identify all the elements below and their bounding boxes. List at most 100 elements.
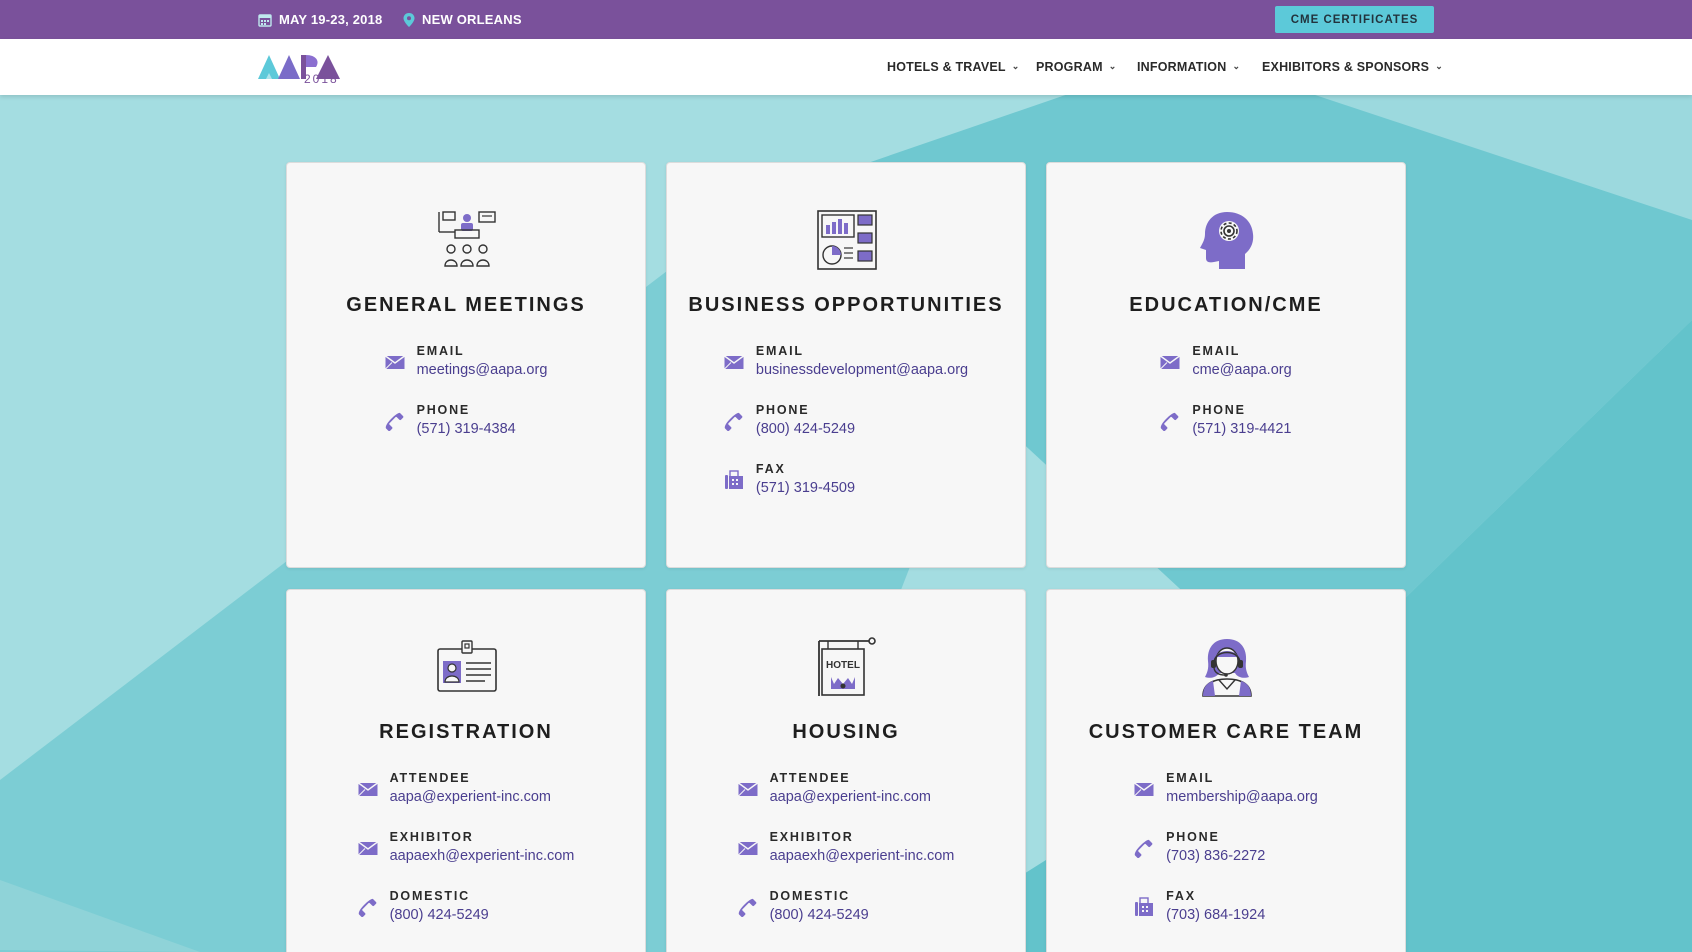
- contact-phone-link[interactable]: (571) 319-4421: [1192, 419, 1291, 439]
- contact-label: ATTENDEE: [389, 771, 471, 785]
- contact-label: FAX: [1166, 889, 1196, 903]
- contact-label: PHONE: [416, 403, 471, 417]
- card-title: HOUSING: [792, 721, 900, 743]
- contact-exhibitor: EXHIBITOR aapaexh@experient-inc.com: [357, 829, 575, 866]
- card-general-meetings: GENERAL MEETINGS EMAIL meetings@aapa.org: [286, 162, 646, 568]
- contact-phone-link[interactable]: (703) 836-2272: [1166, 846, 1265, 866]
- logo-year: 2018: [304, 72, 339, 86]
- nav-hotels-travel-label: HOTELS & TRAVEL: [887, 60, 1006, 74]
- contact-label: EMAIL: [1192, 344, 1241, 358]
- contact-phone-link[interactable]: (800) 424-5249: [756, 419, 855, 439]
- contact-phone: PHONE (800) 424-5249: [724, 402, 968, 439]
- nav-exhibitors-sponsors[interactable]: EXHIBITORS & SPONSORS ⌄: [1262, 39, 1443, 95]
- cme-certificates-button[interactable]: CME CERTIFICATES: [1275, 6, 1434, 33]
- envelope-icon: [737, 840, 758, 855]
- card-title: GENERAL MEETINGS: [346, 294, 586, 316]
- contact-list: EMAIL businessdevelopment@aapa.org PHONE…: [667, 343, 1025, 498]
- contact-email: EMAIL meetings@aapa.org: [384, 343, 548, 380]
- contact-label: EMAIL: [1166, 771, 1215, 785]
- envelope-icon: [384, 354, 405, 369]
- nav-information[interactable]: INFORMATION ⌄: [1137, 39, 1240, 95]
- event-location: NEW ORLEANS: [403, 0, 522, 39]
- contact-fax: FAX (703) 684-1924: [1134, 888, 1318, 925]
- contact-attendee: ATTENDEE aapa@experient-inc.com: [737, 770, 955, 807]
- envelope-icon: [1134, 781, 1155, 796]
- envelope-icon: [723, 354, 744, 369]
- nav-hotels-travel[interactable]: HOTELS & TRAVEL ⌄: [887, 39, 1020, 95]
- id-badge-icon: [437, 640, 497, 692]
- contact-fax-link[interactable]: (571) 319-4509: [756, 478, 855, 498]
- chevron-down-icon: ⌄: [1011, 60, 1020, 71]
- contact-label: PHONE: [755, 403, 810, 417]
- headset-agent-icon: [1202, 639, 1252, 697]
- hotel-sign-icon: HOTEL: [818, 637, 876, 696]
- fax-icon: [724, 469, 743, 489]
- envelope-icon: [1160, 354, 1181, 369]
- business-dashboard-icon: [817, 210, 877, 270]
- contact-label: EXHIBITOR: [389, 830, 474, 844]
- nav-program[interactable]: PROGRAM ⌄: [1036, 39, 1116, 95]
- contact-list: ATTENDEE aapa@experient-inc.com EXHIBITO…: [287, 770, 645, 925]
- event-date-text: MAY 19-23, 2018: [279, 12, 383, 27]
- phone-icon: [724, 412, 743, 431]
- presenter-audience-icon: [438, 211, 496, 267]
- contact-label: PHONE: [1166, 830, 1220, 844]
- contact-fax-link[interactable]: (703) 684-1924: [1166, 905, 1265, 925]
- card-title: CUSTOMER CARE TEAM: [1088, 721, 1364, 743]
- contact-phone: PHONE (571) 319-4421: [1160, 402, 1291, 439]
- contact-email-link[interactable]: membership@aapa.org: [1166, 787, 1318, 807]
- contact-label: EMAIL: [755, 344, 804, 358]
- nav-information-label: INFORMATION: [1137, 60, 1227, 74]
- chevron-down-icon: ⌄: [1232, 60, 1241, 71]
- phone-icon: [358, 898, 376, 917]
- contact-label: EXHIBITOR: [769, 830, 854, 844]
- contact-email-link[interactable]: cme@aapa.org: [1192, 360, 1291, 380]
- contact-phone: PHONE (703) 836-2272: [1134, 829, 1318, 866]
- contact-list: EMAIL meetings@aapa.org PHONE (571) 319-…: [287, 343, 645, 439]
- contact-fax: FAX (571) 319-4509: [724, 461, 968, 498]
- contact-label: DOMESTIC: [389, 889, 470, 903]
- head-gear-icon: [1200, 212, 1254, 269]
- contact-label: DOMESTIC: [769, 889, 850, 903]
- card-title: REGISTRATION: [379, 721, 553, 743]
- contact-phone-link[interactable]: (800) 424-5249: [390, 905, 489, 925]
- phone-icon: [1161, 412, 1179, 431]
- contact-email-link[interactable]: businessdevelopment@aapa.org: [756, 360, 968, 380]
- card-housing: HOTEL HOUSING ATTENDEE aapa@experient-in…: [666, 589, 1026, 952]
- contact-phone-link[interactable]: (800) 424-5249: [770, 905, 869, 925]
- contact-label: FAX: [755, 462, 786, 476]
- phone-icon: [1134, 839, 1153, 858]
- contact-list: EMAIL cme@aapa.org PHONE (571) 319-4421: [1047, 343, 1405, 439]
- contact-email-link[interactable]: aapaexh@experient-inc.com: [770, 846, 955, 866]
- envelope-icon: [357, 781, 378, 796]
- hotel-sign-text: HOTEL: [826, 660, 860, 671]
- contact-email-link[interactable]: meetings@aapa.org: [417, 360, 548, 380]
- main-navigation: 2018 HOTELS & TRAVEL ⌄ PROGRAM ⌄ INFORMA…: [0, 39, 1692, 95]
- contact-attendee: ATTENDEE aapa@experient-inc.com: [357, 770, 575, 807]
- phone-icon: [738, 898, 756, 917]
- card-business-opportunities: BUSINESS OPPORTUNITIES EMAIL businessdev…: [666, 162, 1026, 568]
- card-title: BUSINESS OPPORTUNITIES: [688, 294, 1004, 316]
- contact-email-link[interactable]: aapaexh@experient-inc.com: [390, 846, 575, 866]
- card-education-cme: EDUCATION/CME EMAIL cme@aapa.org PHONE (…: [1046, 162, 1406, 568]
- map-pin-icon: [403, 12, 415, 27]
- contact-email-link[interactable]: aapa@experient-inc.com: [770, 787, 931, 807]
- chevron-down-icon: ⌄: [1108, 60, 1117, 71]
- contact-exhibitor: EXHIBITOR aapaexh@experient-inc.com: [737, 829, 955, 866]
- envelope-icon: [357, 840, 378, 855]
- nav-exhibitors-sponsors-label: EXHIBITORS & SPONSORS: [1262, 60, 1430, 74]
- event-location-text: NEW ORLEANS: [422, 12, 522, 27]
- contact-phone: PHONE (571) 319-4384: [385, 402, 548, 439]
- fax-icon: [1135, 896, 1154, 916]
- contact-list: EMAIL membership@aapa.org PHONE (703) 83…: [1047, 770, 1405, 925]
- card-customer-care-team: CUSTOMER CARE TEAM EMAIL membership@aapa…: [1046, 589, 1406, 952]
- contact-list: ATTENDEE aapa@experient-inc.com EXHIBITO…: [667, 770, 1025, 925]
- calendar-icon: [258, 13, 272, 27]
- contact-email: EMAIL businessdevelopment@aapa.org: [723, 343, 968, 380]
- contact-phone-link[interactable]: (571) 319-4384: [417, 419, 516, 439]
- contact-email: EMAIL membership@aapa.org: [1134, 770, 1318, 807]
- card-registration: REGISTRATION ATTENDEE aapa@experient-inc…: [286, 589, 646, 952]
- contact-email-link[interactable]: aapa@experient-inc.com: [390, 787, 551, 807]
- contact-domestic: DOMESTIC (800) 424-5249: [358, 888, 575, 925]
- contact-label: ATTENDEE: [769, 771, 851, 785]
